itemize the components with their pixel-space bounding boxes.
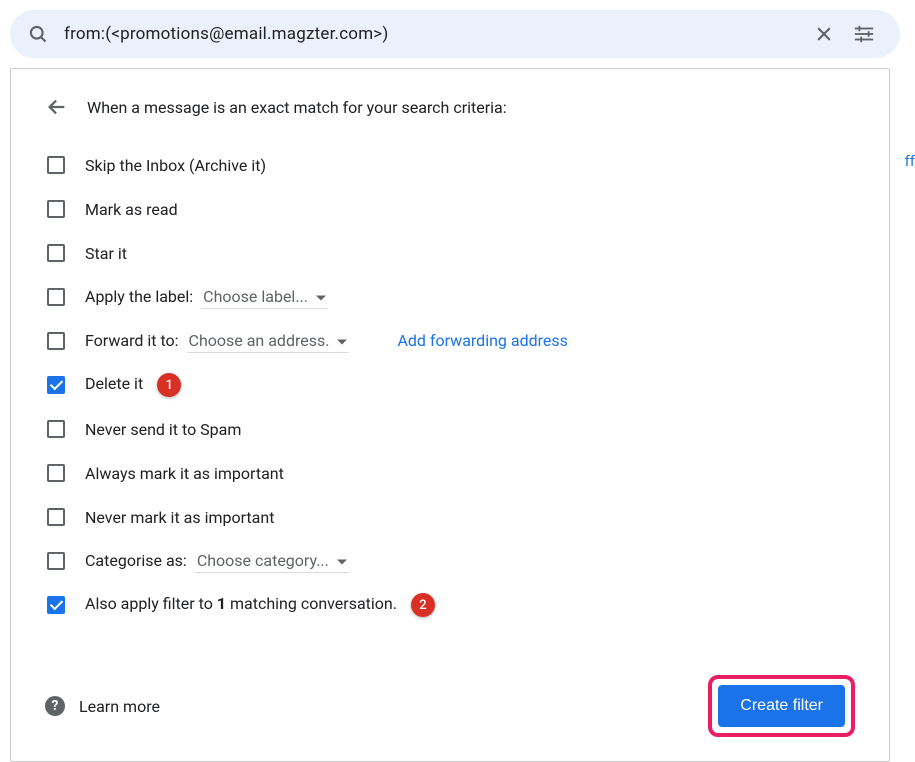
option-always-important: Always mark it as important bbox=[47, 451, 855, 495]
checkbox-star-it[interactable] bbox=[47, 244, 65, 262]
option-star-it: Star it bbox=[47, 231, 855, 275]
dropdown-choose-address[interactable]: Choose an address. bbox=[187, 329, 350, 353]
checkbox-never-important[interactable] bbox=[47, 508, 65, 526]
search-bar: from:(<promotions@email.magzter.com>) bbox=[10, 10, 900, 58]
text-categorise: Categorise as: bbox=[85, 551, 187, 570]
learn-more-text: Learn more bbox=[79, 697, 160, 716]
create-filter-button[interactable]: Create filter bbox=[718, 685, 845, 727]
label-forward-to: Forward it to: Choose an address. Add fo… bbox=[85, 329, 568, 353]
option-forward-to: Forward it to: Choose an address. Add fo… bbox=[47, 319, 855, 363]
clear-search-icon[interactable] bbox=[804, 14, 844, 54]
label-delete-it: Delete it 1 bbox=[85, 373, 181, 397]
filter-panel: When a message is an exact match for you… bbox=[10, 68, 890, 762]
back-arrow-icon[interactable] bbox=[45, 95, 69, 119]
annotation-badge-1: 1 bbox=[157, 373, 181, 397]
panel-title: When a message is an exact match for you… bbox=[87, 98, 507, 117]
checkbox-delete-it[interactable] bbox=[47, 376, 65, 394]
option-never-spam: Never send it to Spam bbox=[47, 407, 855, 451]
checkbox-never-spam[interactable] bbox=[47, 420, 65, 438]
panel-footer: ? Learn more Create filter bbox=[45, 675, 855, 737]
option-never-important: Never mark it as important bbox=[47, 495, 855, 539]
search-options-icon[interactable] bbox=[844, 14, 884, 54]
text-apply-label: Apply the label: bbox=[85, 287, 193, 306]
link-add-forwarding[interactable]: Add forwarding address bbox=[397, 331, 567, 350]
label-never-important: Never mark it as important bbox=[85, 508, 274, 527]
text-also-apply-pre: Also apply filter to bbox=[85, 594, 217, 613]
checkbox-also-apply[interactable] bbox=[47, 596, 65, 614]
search-icon[interactable] bbox=[26, 22, 50, 46]
artifact-text: ff bbox=[905, 152, 915, 170]
text-forward-to: Forward it to: bbox=[85, 331, 179, 350]
help-icon: ? bbox=[45, 696, 65, 716]
text-delete-it: Delete it bbox=[85, 374, 143, 393]
option-categorise: Categorise as: Choose category... bbox=[47, 539, 855, 583]
option-mark-read: Mark as read bbox=[47, 187, 855, 231]
create-filter-highlight: Create filter bbox=[708, 675, 855, 737]
label-star-it: Star it bbox=[85, 244, 127, 263]
panel-header: When a message is an exact match for you… bbox=[45, 95, 855, 119]
annotation-badge-2: 2 bbox=[411, 593, 435, 617]
learn-more-link[interactable]: ? Learn more bbox=[45, 696, 160, 716]
label-never-spam: Never send it to Spam bbox=[85, 420, 241, 439]
checkbox-apply-label[interactable] bbox=[47, 288, 65, 306]
text-also-apply-count: 1 bbox=[217, 594, 226, 613]
label-apply-label: Apply the label: Choose label... bbox=[85, 285, 328, 309]
option-apply-label: Apply the label: Choose label... bbox=[47, 275, 855, 319]
dropdown-choose-label[interactable]: Choose label... bbox=[201, 285, 328, 309]
checkbox-skip-inbox[interactable] bbox=[47, 156, 65, 174]
label-always-important: Always mark it as important bbox=[85, 464, 284, 483]
option-skip-inbox: Skip the Inbox (Archive it) bbox=[47, 143, 855, 187]
text-also-apply-post: matching conversation. bbox=[226, 594, 397, 613]
label-mark-read: Mark as read bbox=[85, 200, 178, 219]
label-categorise: Categorise as: Choose category... bbox=[85, 549, 349, 573]
checkbox-forward-to[interactable] bbox=[47, 332, 65, 350]
checkbox-mark-read[interactable] bbox=[47, 200, 65, 218]
dropdown-choose-category[interactable]: Choose category... bbox=[195, 549, 349, 573]
label-also-apply: Also apply filter to 1 matching conversa… bbox=[85, 593, 435, 617]
checkbox-categorise[interactable] bbox=[47, 552, 65, 570]
option-delete-it: Delete it 1 bbox=[47, 363, 855, 407]
search-input[interactable]: from:(<promotions@email.magzter.com>) bbox=[64, 24, 804, 44]
checkbox-always-important[interactable] bbox=[47, 464, 65, 482]
option-also-apply: Also apply filter to 1 matching conversa… bbox=[47, 583, 855, 627]
label-skip-inbox: Skip the Inbox (Archive it) bbox=[85, 156, 266, 175]
